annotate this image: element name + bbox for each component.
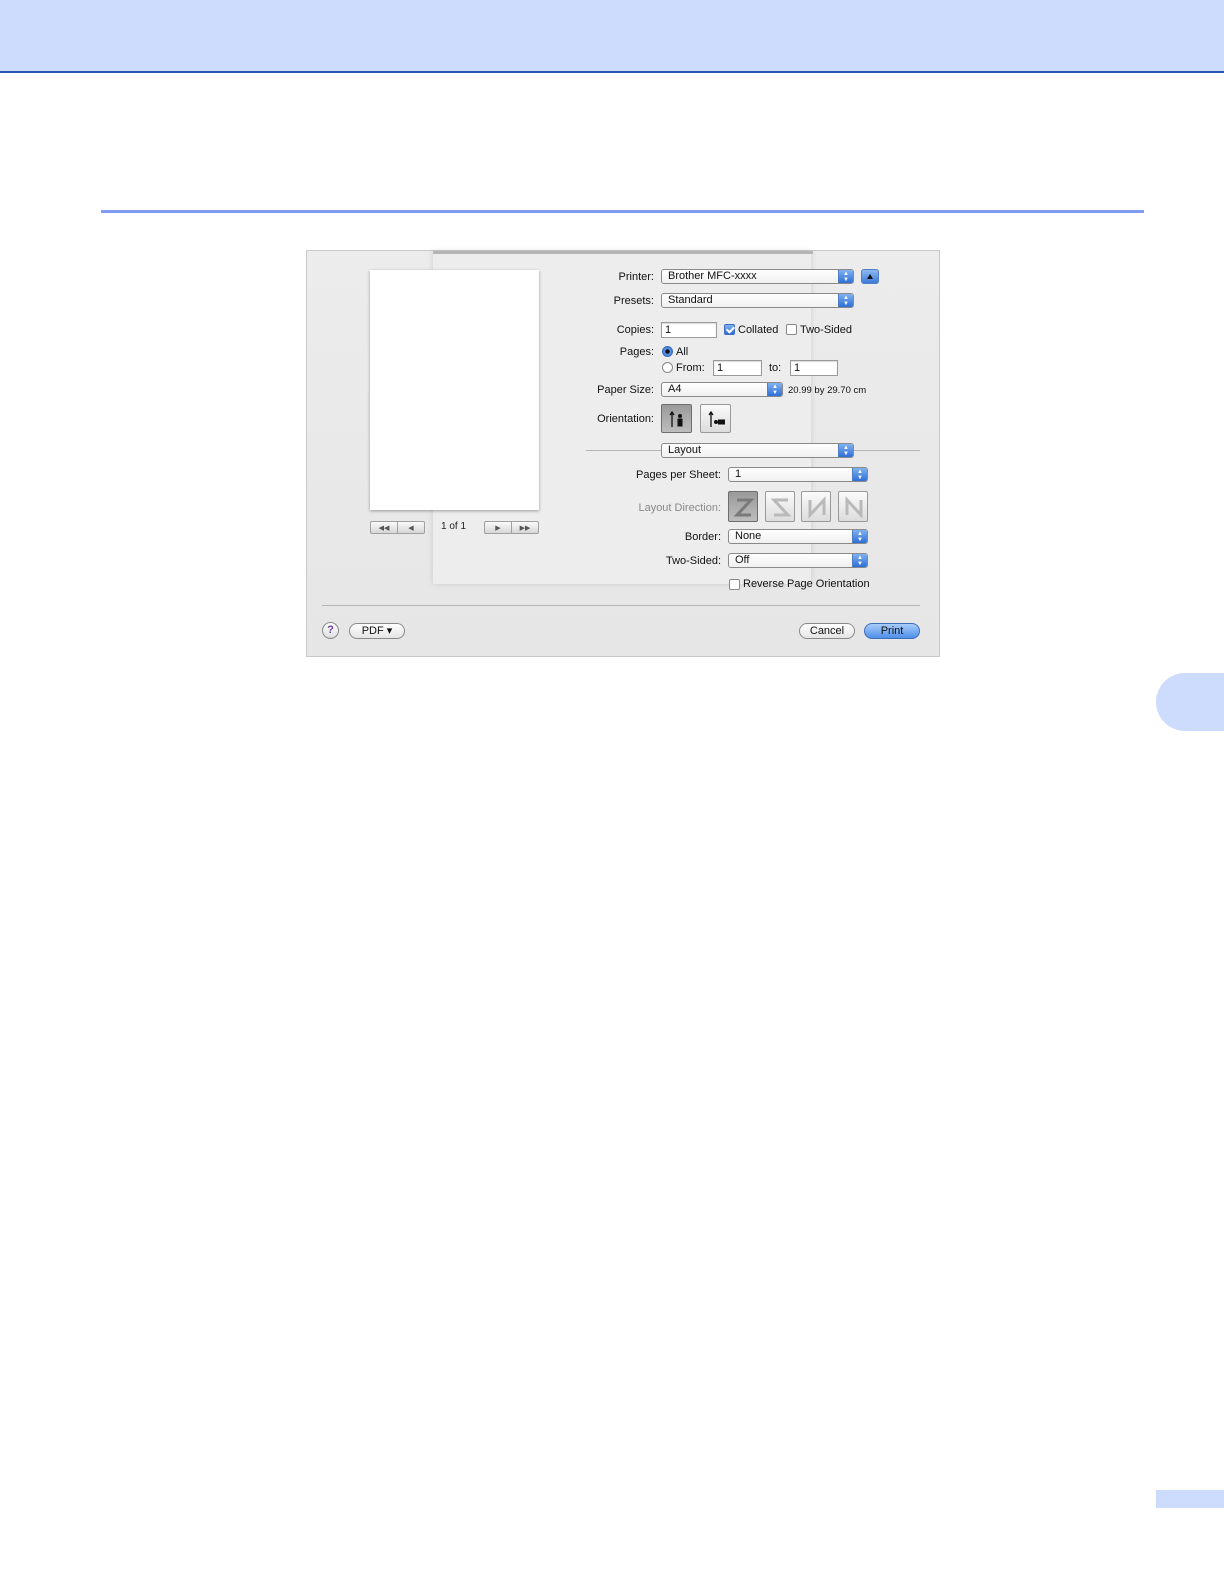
- printer-label: Printer:: [618, 271, 654, 283]
- help-button[interactable]: ?: [322, 622, 339, 639]
- previous-page-button[interactable]: ◀: [398, 522, 424, 533]
- copies-label: Copies:: [616, 324, 654, 336]
- layout-n-icon: [845, 496, 863, 519]
- presets-popup[interactable]: Standard ▲ ▼: [661, 293, 854, 308]
- background-window-edge: [433, 251, 813, 254]
- pages-per-sheet-popup[interactable]: 1 ▲ ▼: [728, 467, 868, 482]
- pdf-button[interactable]: PDF ▾: [349, 623, 405, 639]
- portrait-icon: [669, 410, 683, 427]
- pages-all-radio[interactable]: [662, 346, 673, 357]
- page-number-tab: [1156, 1490, 1224, 1508]
- pages-all-label: All: [676, 346, 689, 358]
- print-button[interactable]: Print: [864, 623, 920, 639]
- layout-direction-n-reverse-button[interactable]: [801, 491, 831, 522]
- first-page-button[interactable]: ◀◀: [371, 522, 398, 533]
- layout-z-icon: [733, 498, 755, 517]
- popup-arrows-icon: ▲ ▼: [838, 444, 853, 457]
- paper-size-value: A4: [668, 383, 682, 395]
- pages-per-sheet-label: Pages per Sheet:: [635, 469, 721, 481]
- two-sided-label: Two-Sided: [800, 324, 852, 336]
- layout-direction-z-button[interactable]: [728, 491, 758, 522]
- layout-direction-s-button[interactable]: [765, 491, 795, 522]
- border-popup[interactable]: None ▲ ▼: [728, 529, 868, 544]
- landscape-orientation-button[interactable]: [700, 404, 731, 433]
- reverse-orientation-label: Reverse Page Orientation: [743, 578, 870, 590]
- two-sided-checkbox[interactable]: [786, 324, 797, 335]
- disclosure-button[interactable]: [861, 269, 879, 284]
- layout-two-sided-value: Off: [735, 554, 750, 566]
- page-indicator: 1 of 1: [441, 521, 467, 532]
- last-page-button[interactable]: ▶▶: [512, 522, 538, 533]
- collated-checkbox[interactable]: [724, 324, 735, 335]
- paper-size-label: Paper Size:: [597, 384, 654, 396]
- popup-arrows-icon: ▲ ▼: [852, 468, 867, 481]
- presets-label: Presets:: [613, 295, 654, 307]
- popup-arrows-icon: ▲ ▼: [767, 383, 782, 396]
- popup-arrows-icon: ▲ ▼: [852, 554, 867, 567]
- pages-to-field[interactable]: 1: [790, 360, 838, 376]
- pages-per-sheet-value: 1: [735, 468, 742, 480]
- panel-popup[interactable]: Layout ▲ ▼: [661, 443, 854, 458]
- paper-dimensions: 20.99 by 29.70 cm: [788, 385, 867, 396]
- paper-size-popup[interactable]: A4 ▲ ▼: [661, 382, 783, 397]
- layout-direction-label: Layout Direction:: [638, 502, 721, 514]
- pages-from-field[interactable]: 1: [713, 360, 762, 376]
- bottom-separator: [322, 605, 920, 606]
- pages-from-label: From:: [676, 362, 705, 374]
- panel-value: Layout: [668, 444, 702, 456]
- next-page-button[interactable]: ▶: [485, 522, 512, 533]
- preview-prev-controls: ◀◀ ◀: [370, 521, 425, 534]
- page-header-band: [0, 0, 1224, 73]
- printer-value: Brother MFC-xxxx: [668, 270, 757, 282]
- print-dialog: ◀◀ ◀ 1 of 1 ▶ ▶▶ Printer: Brother MFC-xx…: [306, 250, 940, 657]
- chapter-side-tab: [1156, 673, 1224, 731]
- pages-to-label: to:: [769, 362, 782, 374]
- page-preview: [370, 270, 539, 510]
- pages-label: Pages:: [619, 346, 654, 358]
- layout-two-sided-popup[interactable]: Off ▲ ▼: [728, 553, 868, 568]
- layout-n-reverse-icon: [808, 496, 826, 519]
- popup-arrows-icon: ▲ ▼: [838, 270, 853, 283]
- cancel-button[interactable]: Cancel: [799, 623, 855, 639]
- border-label: Border:: [684, 531, 721, 543]
- popup-arrows-icon: ▲ ▼: [852, 530, 867, 543]
- section-rule: [101, 210, 1144, 213]
- reverse-orientation-checkbox[interactable]: [729, 579, 740, 590]
- copies-field[interactable]: 1: [661, 322, 717, 338]
- portrait-orientation-button[interactable]: [661, 404, 692, 433]
- landscape-icon: [708, 410, 725, 427]
- popup-arrows-icon: ▲ ▼: [838, 294, 853, 307]
- collated-label: Collated: [738, 324, 779, 336]
- orientation-label: Orientation:: [597, 413, 654, 425]
- pages-from-radio[interactable]: [662, 362, 673, 373]
- presets-value: Standard: [668, 294, 713, 306]
- printer-popup[interactable]: Brother MFC-xxxx ▲ ▼: [661, 269, 854, 284]
- layout-two-sided-label: Two-Sided:: [665, 555, 721, 567]
- border-value: None: [735, 530, 762, 542]
- layout-direction-n-button[interactable]: [838, 491, 868, 522]
- layout-s-icon: [770, 498, 792, 517]
- preview-next-controls: ▶ ▶▶: [484, 521, 539, 534]
